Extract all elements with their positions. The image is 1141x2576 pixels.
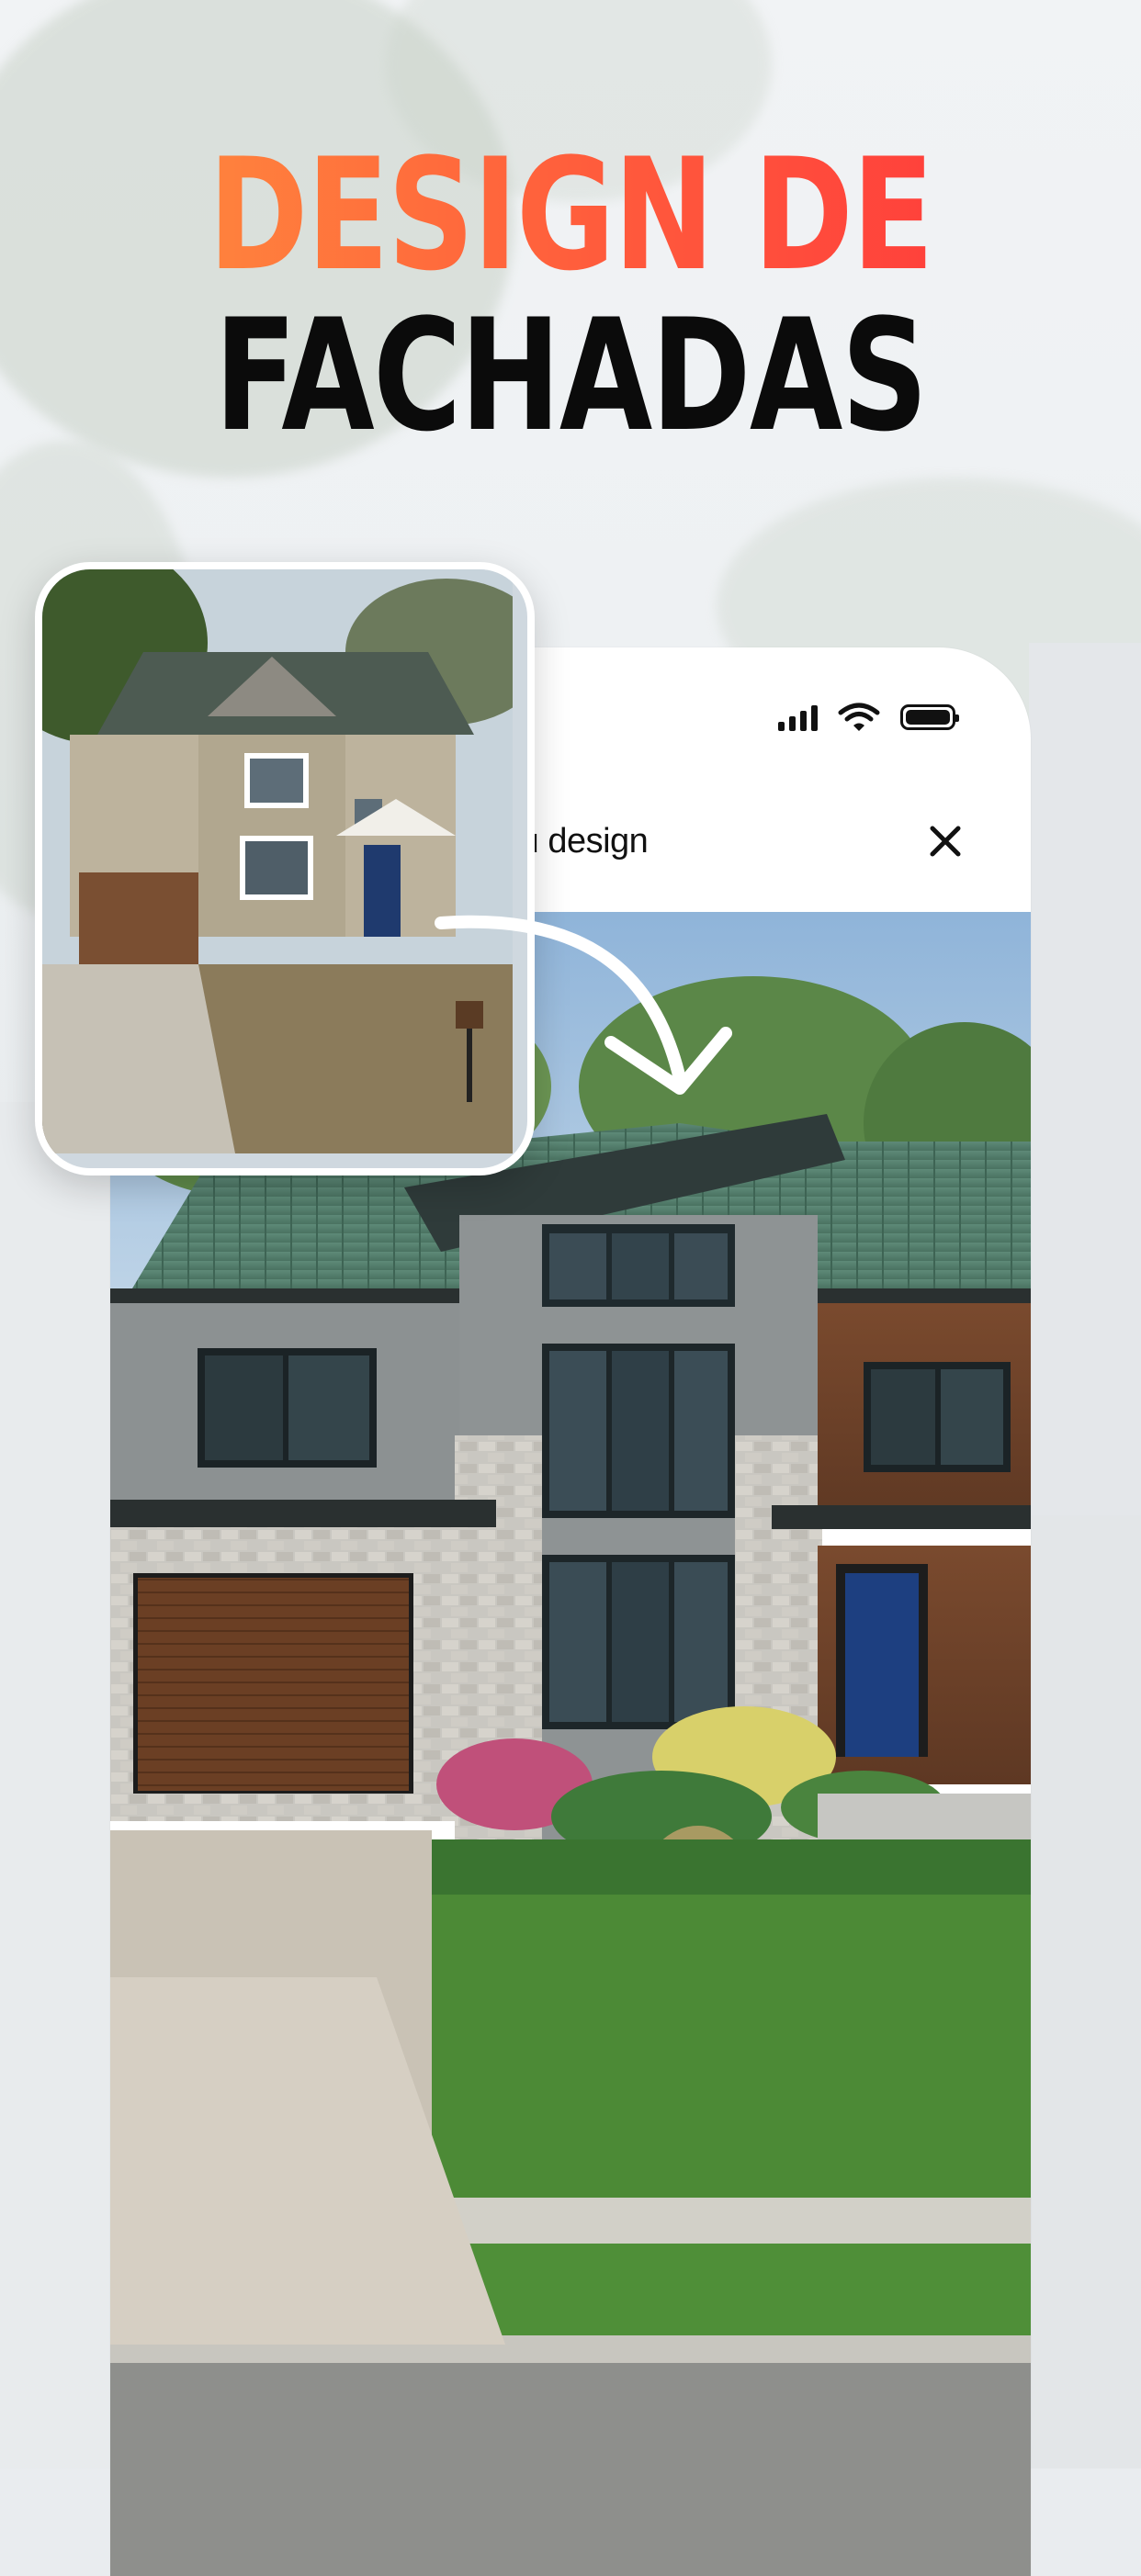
transform-arrow-icon [435, 915, 732, 1095]
battery-icon [900, 704, 959, 730]
close-icon [930, 826, 961, 857]
close-button[interactable] [924, 820, 966, 862]
background-house [1029, 643, 1141, 1561]
headline-line-2: FACHADAS [214, 286, 928, 466]
headline-line-1: DESIGN DE [126, 138, 1016, 292]
status-bar [778, 703, 959, 732]
cellular-signal-icon [778, 703, 818, 731]
background-driveway [0, 1102, 110, 2469]
background-ground [1029, 1515, 1141, 2469]
wifi-icon [838, 703, 880, 731]
